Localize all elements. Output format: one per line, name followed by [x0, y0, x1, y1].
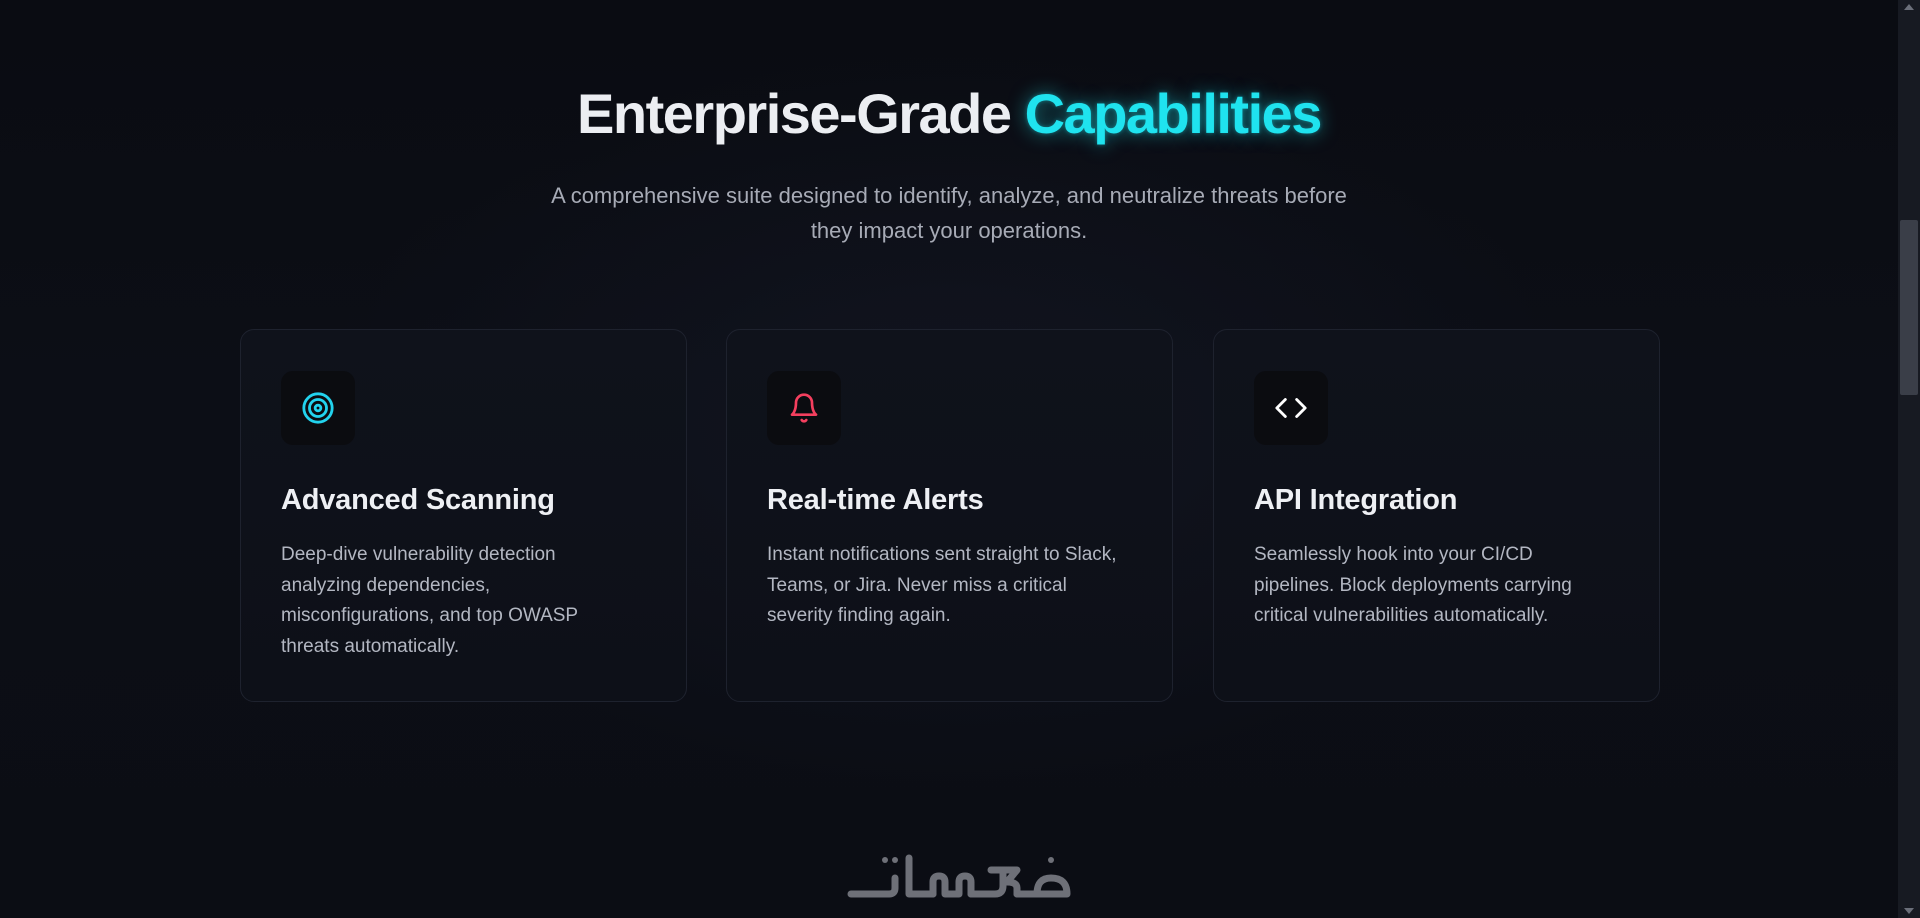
feature-icon-box: [281, 371, 355, 445]
page-scrollbar[interactable]: [1898, 0, 1920, 918]
section-title: Enterprise-Grade Capabilities: [0, 78, 1898, 150]
bell-icon: [790, 393, 818, 423]
scroll-down-arrow-icon[interactable]: [1904, 908, 1914, 914]
feature-description: Seamlessly hook into your CI/CD pipeline…: [1254, 544, 1572, 626]
feature-card-api-integration: API Integration Seamlessly hook into you…: [1213, 329, 1660, 702]
section-title-main: Enterprise-Grade: [577, 82, 1012, 145]
subtitle-line-2: they impact your operations.: [810, 218, 1088, 243]
watermark-logo: [847, 854, 1071, 898]
code-icon: [1275, 398, 1307, 418]
feature-description: Deep-dive vulnerability detection analyz…: [281, 544, 578, 657]
feature-card-real-time-alerts: Real-time Alerts Instant notifications s…: [726, 329, 1173, 702]
page: Enterprise-Grade Capabilities A comprehe…: [0, 0, 1898, 918]
feature-card-advanced-scanning: Advanced Scanning Deep-dive vulnerabilit…: [240, 329, 687, 702]
section-subtitle: A comprehensive suite designed to identi…: [500, 178, 1398, 248]
scroll-up-arrow-icon[interactable]: [1904, 4, 1914, 10]
feature-title: Real-time Alerts: [767, 484, 984, 516]
target-icon: [302, 392, 334, 424]
feature-description: Instant notifications sent straight to S…: [767, 544, 1117, 626]
scrollbar-thumb[interactable]: [1900, 220, 1918, 395]
feature-title: Advanced Scanning: [281, 484, 555, 516]
section-title-accent: Capabilities: [1024, 82, 1323, 145]
feature-icon-box: [1254, 371, 1328, 445]
feature-title: API Integration: [1254, 484, 1458, 516]
feature-icon-box: [767, 371, 841, 445]
subtitle-line-1: A comprehensive suite designed to identi…: [551, 183, 1347, 208]
